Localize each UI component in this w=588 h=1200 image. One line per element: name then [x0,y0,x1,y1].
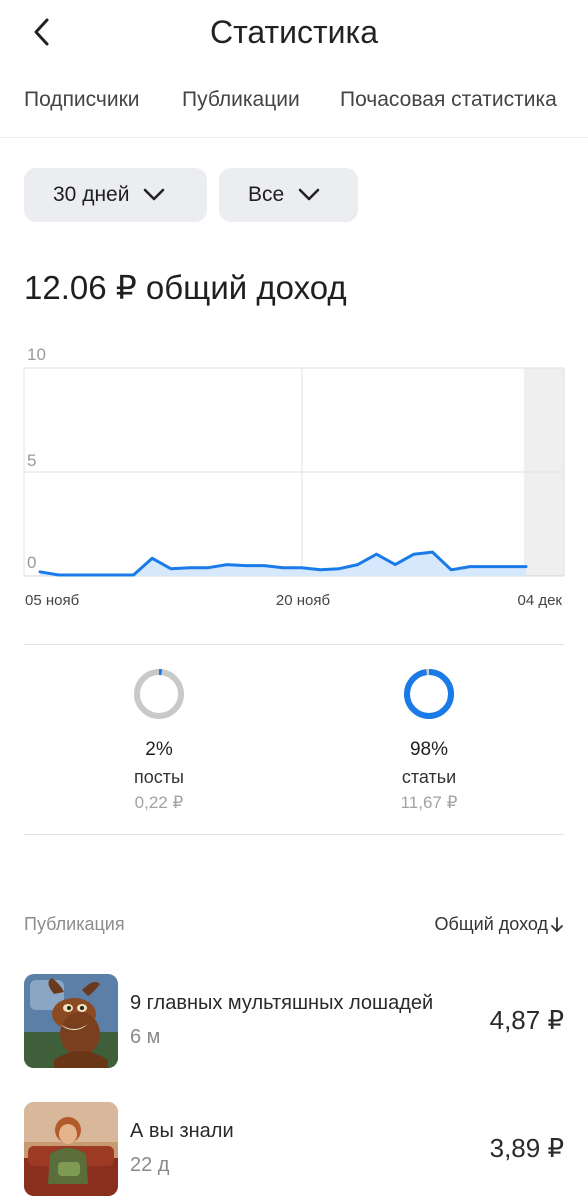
ring-value [404,669,454,719]
list-header: Публикация Общий доход [24,914,564,940]
publication-row[interactable]: А вы знали 22 д 3,89 ₽ [24,1102,564,1196]
chevron-down-icon [143,188,165,202]
chevron-down-icon [298,188,320,202]
tab-bar: Подписчики Публикации Почасовая статисти… [0,80,588,138]
share-amount: 11,67 ₽ [400,793,458,812]
y-tick-label: 5 [27,451,36,470]
share-percent: 98% [409,739,449,760]
donut-ring-articles [404,669,454,719]
page-title: Статистика [209,14,379,50]
section-divider [24,644,564,645]
column-publication: Публикация [24,914,125,934]
share-articles: 98% статьи 11,67 ₽ [329,666,529,813]
publication-income: 3,89 ₽ [489,1133,564,1163]
top-bar: Статистика [0,0,588,64]
publication-thumbnail [24,974,118,1068]
type-filter-button[interactable]: Все [219,168,358,222]
share-percent: 2% [145,739,173,760]
publication-age: 22 д [130,1154,170,1176]
tab-hourly-stats[interactable]: Почасовая статистика [340,88,557,112]
ring-track [134,669,184,719]
share-posts: 2% посты 0,22 ₽ [59,666,259,813]
tab-publications[interactable]: Публикации [182,88,300,112]
donut-ring-posts [134,669,184,719]
period-filter-label: 30 дней [53,183,130,206]
share-label: статьи [401,767,457,787]
tab-subscribers[interactable]: Подписчики [24,88,140,112]
x-tick-label: 20 нояб [276,592,330,609]
section-divider [24,834,564,835]
x-tick-label: 05 нояб [25,592,79,609]
publication-thumbnail [24,1102,118,1196]
arrow-down-icon [551,916,563,932]
column-income: Общий доход [434,914,548,934]
income-chart: 10 5 0 05 нояб 20 нояб 04 дек [0,340,588,620]
share-label: посты [134,767,184,787]
sort-by-income-button[interactable]: Общий доход [435,914,564,935]
type-filter-label: Все [248,183,285,206]
income-chart-svg: 10 5 0 05 нояб 20 нояб 04 дек [23,345,565,609]
publication-title: А вы знали [130,1120,234,1142]
share-amount: 0,22 ₽ [134,793,184,812]
publication-income: 4,87 ₽ [489,1005,564,1035]
y-tick-label: 0 [27,553,36,572]
total-income: 12.06 ₽ общий доход [24,269,347,306]
period-filter-button[interactable]: 30 дней [24,168,207,222]
publication-row[interactable]: 9 главных мультяшных лошадей 6 м 4,87 ₽ [24,974,564,1068]
series-area-fill [40,552,526,576]
x-tick-label: 04 дек [517,592,562,609]
y-tick-label: 10 [27,345,46,364]
publication-title: 9 главных мультяшных лошадей [130,992,434,1014]
publication-age: 6 м [130,1026,161,1048]
